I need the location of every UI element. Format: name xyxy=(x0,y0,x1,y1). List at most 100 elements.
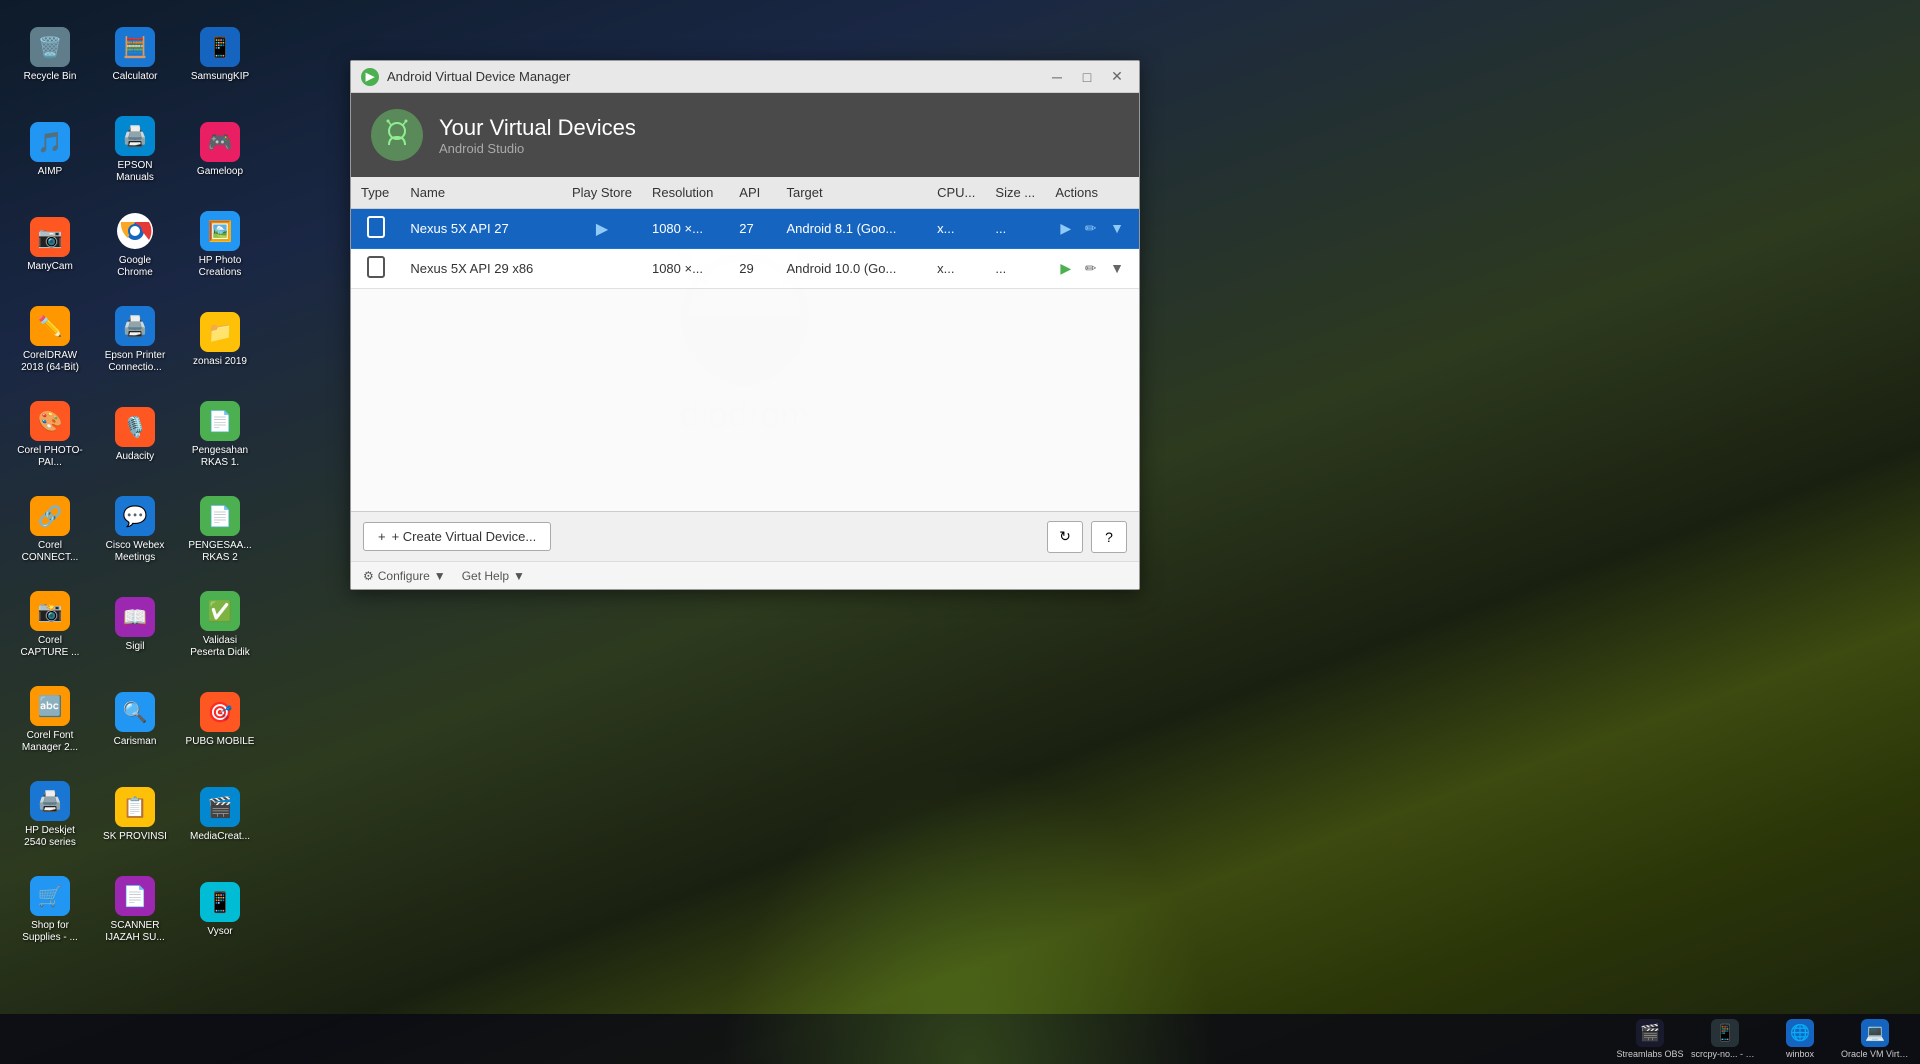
row1-more-button[interactable]: ▼ xyxy=(1105,218,1129,238)
refresh-button[interactable]: ↻ xyxy=(1047,521,1083,553)
gameloop-label: Gameloop xyxy=(197,166,243,178)
desktop-icon-corel-photo[interactable]: 🎨 Corel PHOTO-PAI... xyxy=(10,390,90,480)
desktop-icon-calculator[interactable]: 🧮 Calculator xyxy=(95,10,175,100)
get-help-label: Get Help xyxy=(462,569,509,583)
svg-text:diodrom: diodrom xyxy=(680,394,810,435)
avd-table: Type Name Play Store Resolution API Targ… xyxy=(351,177,1139,289)
oracle-vm-icon: 💻 xyxy=(1861,1019,1889,1047)
desktop-icon-pengesahan-rkas1[interactable]: 📄 Pengesahan RKAS 1. xyxy=(180,390,260,480)
col-header-api: API xyxy=(729,177,776,209)
taskbar-item-streamlabs[interactable]: 🎬 Streamlabs OBS xyxy=(1615,1017,1685,1061)
close-button[interactable]: ✕ xyxy=(1105,66,1129,88)
get-help-link[interactable]: Get Help ▼ xyxy=(462,569,525,583)
col-header-target: Target xyxy=(776,177,927,209)
desktop-icon-aimp[interactable]: 🎵 AIMP xyxy=(10,105,90,195)
desktop-icon-pubg[interactable]: 🎯 PUBG MOBILE xyxy=(180,675,260,765)
desktop-icon-corel-connect[interactable]: 🔗 Corel CONNECT... xyxy=(10,485,90,575)
desktop-icon-vysor[interactable]: 📱 Vysor xyxy=(180,865,260,955)
recycle-bin-icon: 🗑️ xyxy=(30,27,70,67)
corel-capture-label: Corel CAPTURE ... xyxy=(15,635,85,659)
gear-icon: ⚙ xyxy=(363,569,374,583)
carisman-label: Carisman xyxy=(114,736,157,748)
col-header-actions: Actions xyxy=(1045,177,1139,209)
row2-edit-button[interactable]: ✏ xyxy=(1080,258,1102,279)
desktop-icon-audacity[interactable]: 🎙️ Audacity xyxy=(95,390,175,480)
desktop-icon-corel-font[interactable]: 🔤 Corel Font Manager 2... xyxy=(10,675,90,765)
row2-size: ... xyxy=(985,249,1045,289)
desktop-icon-mediacreator[interactable]: 🎬 MediaCreat... xyxy=(180,770,260,860)
desktop-icon-epson-printer[interactable]: 🖨️ Epson Printer Connectio... xyxy=(95,295,175,385)
taskbar-item-winbox[interactable]: 🌐 winbox xyxy=(1765,1017,1835,1061)
carisman-icon: 🔍 xyxy=(115,692,155,732)
row1-playstore: ▶ xyxy=(562,209,642,249)
sk-provinsi-icon: 📋 xyxy=(115,787,155,827)
desktop-icon-coreldraw[interactable]: ✏️ CorelDRAW 2018 (64-Bit) xyxy=(10,295,90,385)
desktop-icon-hp-deskjet[interactable]: 🖨️ HP Deskjet 2540 series xyxy=(10,770,90,860)
epson-printer-icon: 🖨️ xyxy=(115,306,155,346)
desktop-icon-cisco-webex[interactable]: 💬 Cisco Webex Meetings xyxy=(95,485,175,575)
avd-subtitle: Android Studio xyxy=(439,141,636,156)
configure-link[interactable]: ⚙ Configure ▼ xyxy=(363,569,446,583)
row1-size: ... xyxy=(985,209,1045,249)
vysor-icon: 📱 xyxy=(200,882,240,922)
table-row[interactable]: Nexus 5X API 27 ▶ 1080 ×... 27 Android 8… xyxy=(351,209,1139,249)
desktop-icon-google-chrome[interactable]: Google Chrome xyxy=(95,200,175,290)
col-header-name[interactable]: Name xyxy=(400,177,562,209)
corel-photo-icon: 🎨 xyxy=(30,401,70,441)
maximize-button[interactable]: □ xyxy=(1075,66,1099,88)
desktop-icon-scanner-ijazah[interactable]: 📄 SCANNER IJAZAH SU... xyxy=(95,865,175,955)
winbox-label: winbox xyxy=(1786,1049,1814,1059)
epson-icon: 🖨️ xyxy=(115,116,155,156)
shop-supplies-label: Shop for Supplies - ... xyxy=(15,920,85,944)
corel-photo-label: Corel PHOTO-PAI... xyxy=(15,445,85,469)
phone-icon xyxy=(367,256,385,278)
avd-table-container: diodrom Type Name Play Store Resolution … xyxy=(351,177,1139,511)
desktop-icon-hp-photo[interactable]: 🖼️ HP Photo Creations xyxy=(180,200,260,290)
streamlabs-label: Streamlabs OBS xyxy=(1616,1049,1683,1059)
desktop-icon-corel-capture[interactable]: 📸 Corel CAPTURE ... xyxy=(10,580,90,670)
desktop-icon-epson[interactable]: 🖨️ EPSON Manuals xyxy=(95,105,175,195)
desktop-icon-validasi[interactable]: ✅ Validasi Peserta Didik xyxy=(180,580,260,670)
row2-launch-button[interactable]: ▶ xyxy=(1055,258,1076,279)
desktop-icon-manycam[interactable]: 📷 ManyCam xyxy=(10,200,90,290)
desktop-icon-recycle-bin[interactable]: 🗑️ Recycle Bin xyxy=(10,10,90,100)
table-row[interactable]: Nexus 5X API 29 x86 1080 ×... 29 Android… xyxy=(351,249,1139,289)
row2-more-button[interactable]: ▼ xyxy=(1105,258,1129,278)
manycam-label: ManyCam xyxy=(27,261,73,273)
streamlabs-icon: 🎬 xyxy=(1636,1019,1664,1047)
taskbar-item-oracle-vm[interactable]: 💻 Oracle VM VirtualBox xyxy=(1840,1017,1910,1061)
scanner-ijazah-label: SCANNER IJAZAH SU... xyxy=(100,920,170,944)
pubg-icon: 🎯 xyxy=(200,692,240,732)
pengesahan-rkas1-label: Pengesahan RKAS 1. xyxy=(185,445,255,469)
desktop-icon-samsung[interactable]: 📱 SamsungKIP xyxy=(180,10,260,100)
create-virtual-device-button[interactable]: + + Create Virtual Device... xyxy=(363,522,551,551)
row1-target: Android 8.1 (Goo... xyxy=(776,209,927,249)
aimp-label: AIMP xyxy=(38,166,62,178)
row1-launch-button[interactable]: ▶ xyxy=(1055,218,1076,239)
desktop-icon-gameloop[interactable]: 🎮 Gameloop xyxy=(180,105,260,195)
help-button[interactable]: ? xyxy=(1091,521,1127,553)
minimize-button[interactable]: ─ xyxy=(1045,66,1069,88)
desktop-icon-shop-supplies[interactable]: 🛒 Shop for Supplies - ... xyxy=(10,865,90,955)
desktop-icon-sigil[interactable]: 📖 Sigil xyxy=(95,580,175,670)
row2-resolution: 1080 ×... xyxy=(642,249,729,289)
sk-provinsi-label: SK PROVINSI xyxy=(103,831,167,843)
desktop-icon-zonasi[interactable]: 📁 zonasi 2019 xyxy=(180,295,260,385)
desktop-icon-pengesahan-rkas2[interactable]: 📄 PENGESAA... RKAS 2 xyxy=(180,485,260,575)
desktop-icon-carisman[interactable]: 🔍 Carisman xyxy=(95,675,175,765)
calculator-label: Calculator xyxy=(112,71,157,83)
desktop-icon-sk-provinsi[interactable]: 📋 SK PROVINSI xyxy=(95,770,175,860)
taskbar: 🎬 Streamlabs OBS 📱 scrcpy-no... - Shortc… xyxy=(0,1014,1920,1064)
samsung-icon: 📱 xyxy=(200,27,240,67)
audacity-label: Audacity xyxy=(116,451,154,463)
footer-right: ↻ ? xyxy=(1047,521,1127,553)
create-btn-label: + Create Virtual Device... xyxy=(392,529,537,544)
table-body: Nexus 5X API 27 ▶ 1080 ×... 27 Android 8… xyxy=(351,209,1139,289)
pubg-label: PUBG MOBILE xyxy=(186,736,255,748)
google-chrome-label: Google Chrome xyxy=(100,255,170,279)
row2-target: Android 10.0 (Go... xyxy=(776,249,927,289)
row1-edit-button[interactable]: ✏ xyxy=(1080,218,1102,239)
avd-window: ▶ Android Virtual Device Manager ─ □ ✕ xyxy=(350,60,1140,590)
taskbar-item-scrcpy[interactable]: 📱 scrcpy-no... - Shortcut xyxy=(1690,1017,1760,1061)
corel-connect-icon: 🔗 xyxy=(30,496,70,536)
